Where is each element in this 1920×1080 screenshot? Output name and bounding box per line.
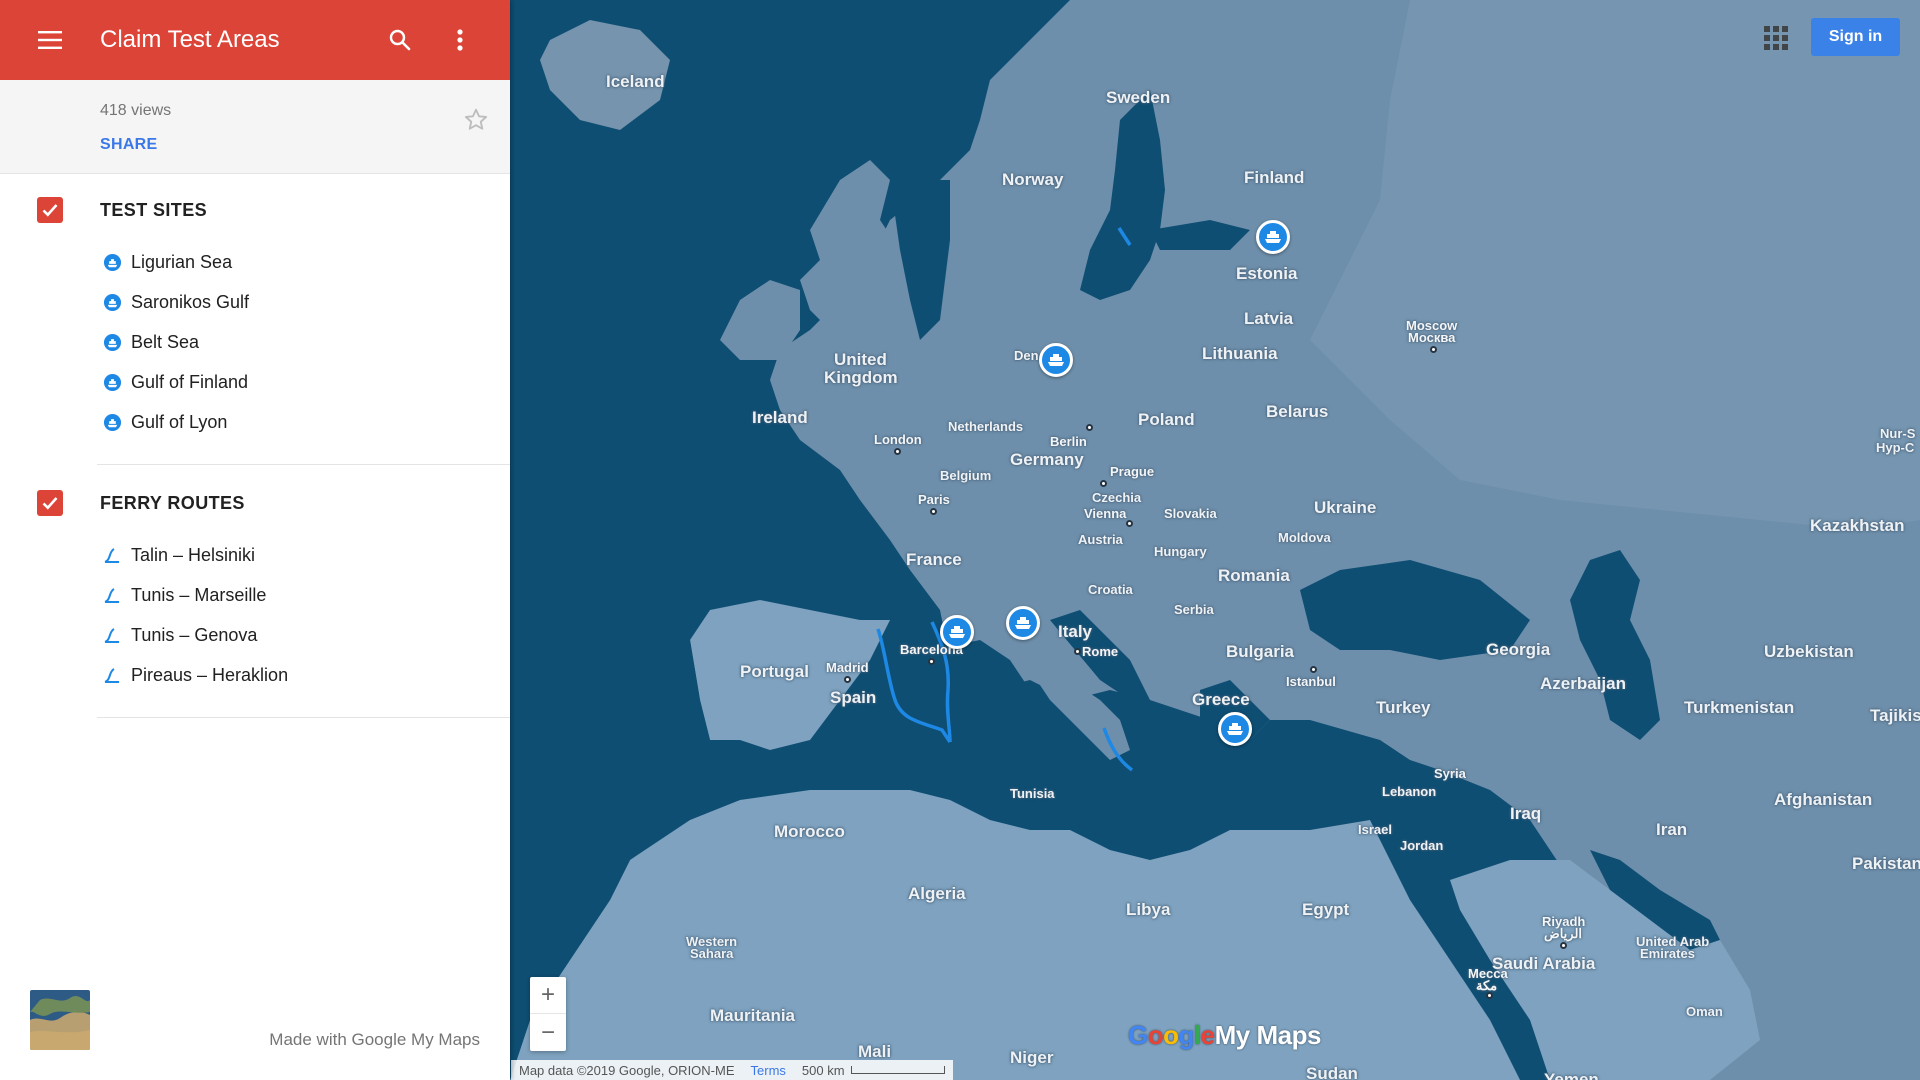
layer-title: TEST SITES [100,199,208,220]
share-button[interactable]: SHARE [100,136,158,154]
list-item-talin-helsiniki[interactable]: Talin – Helsiniki [100,535,510,575]
marker-gulf-of-finland[interactable] [1256,220,1290,254]
zoom-control: + − [530,977,566,1051]
view-count: 418 views [100,102,172,119]
layer-title: FERRY ROUTES [100,492,245,513]
checkmark-icon [42,204,58,217]
sidebar-panel: Claim Test Areas 418 views SHARE TEST SI… [0,0,510,1080]
list-item-label: Tunis – Marseille [131,584,267,605]
list-item-label: Ligurian Sea [131,251,233,272]
city-dot-paris [930,508,937,515]
layer-items: Ligurian Sea Saronikos Gulf Belt Sea Gul… [0,242,510,442]
zoom-in-button[interactable]: + [530,977,566,1014]
marker-saronikos-gulf[interactable] [1218,712,1252,746]
menu-button[interactable] [0,0,100,80]
map-basemap [510,0,1920,1080]
terms-link[interactable]: Terms [751,1063,786,1078]
list-item-gulf-of-lyon[interactable]: Gulf of Lyon [100,402,510,442]
map-thumbnail-image [30,990,90,1050]
ferry-marker-icon [102,372,122,392]
list-item-label: Gulf of Finland [131,371,249,392]
ferry-marker-icon [102,412,122,432]
list-item-tunis-marseille[interactable]: Tunis – Marseille [100,575,510,615]
list-item-ligurian-sea[interactable]: Ligurian Sea [100,242,510,282]
checkmark-icon [42,497,58,510]
scale-label: 500 km [801,1062,845,1078]
city-dot-istanbul [1310,666,1317,673]
route-line-icon [102,625,122,645]
city-dot-madrid [844,676,851,683]
header-bar: Claim Test Areas [0,0,510,80]
city-dot-barcelona [928,658,935,665]
layer-ferry-routes: FERRY ROUTES Talin – Helsiniki Tunis – M… [0,465,510,718]
map-attribution: Map data ©2019 Google, ORION-ME Terms 50… [511,1060,953,1080]
sign-in-button[interactable]: Sign in [1811,18,1900,56]
search-icon [389,29,411,51]
map-thumbnail[interactable] [30,990,90,1050]
list-item-label: Belt Sea [131,331,200,352]
zoom-out-button[interactable]: − [530,1014,566,1051]
list-item-pireaus-heraklion[interactable]: Pireaus – Heraklion [100,655,510,695]
marker-ligurian-sea[interactable] [1006,606,1040,640]
ferry-marker-icon [102,252,122,272]
map-canvas[interactable]: Iceland Sweden Norway Finland Estonia La… [510,0,1920,1080]
ferry-marker-icon [102,292,122,312]
city-dot-rome [1074,648,1081,655]
ferry-icon [1265,231,1281,243]
more-vert-icon [457,29,463,51]
map-meta: 418 views SHARE [0,80,510,174]
route-line-icon [102,545,122,565]
marker-gulf-of-lyon[interactable] [940,615,974,649]
ferry-icon [1015,617,1031,629]
list-item-saronikos-gulf[interactable]: Saronikos Gulf [100,282,510,322]
list-item-gulf-of-finland[interactable]: Gulf of Finland [100,362,510,402]
made-with-google-my-maps: Made with Google My Maps [269,1030,480,1049]
scale-bar[interactable]: 500 km [802,1063,945,1078]
route-line-icon [102,665,122,685]
city-dot-mecca [1486,992,1493,999]
marker-belt-sea[interactable] [1039,343,1073,377]
ferry-icon [1227,723,1243,735]
apps-grid-icon[interactable] [1762,24,1790,52]
list-item-belt-sea[interactable]: Belt Sea [100,322,510,362]
list-item-label: Tunis – Genova [131,624,258,645]
ferry-icon [1048,354,1064,366]
ferry-marker-icon [102,332,122,352]
city-dot-london [894,448,901,455]
google-my-maps-logo: GoogleMy Maps [1128,1020,1321,1050]
city-dot-vienna [1126,520,1133,527]
divider [97,717,510,718]
scale-bar-graphic [850,1066,945,1074]
list-item-label: Pireaus – Heraklion [131,664,289,685]
hamburger-menu-icon [38,31,62,49]
city-dot-riyadh [1560,942,1567,949]
star-icon[interactable] [462,106,490,134]
list-item-label: Talin – Helsiniki [131,544,256,565]
city-dot-berlin [1086,424,1093,431]
layer-checkbox-test-sites[interactable] [37,197,63,223]
map-title: Claim Test Areas [100,26,280,53]
list-item-label: Gulf of Lyon [131,411,228,432]
city-dot-prague [1100,480,1107,487]
more-options-button[interactable] [430,0,490,80]
search-button[interactable] [370,0,430,80]
city-dot-moscow [1430,346,1437,353]
list-item-tunis-genova[interactable]: Tunis – Genova [100,615,510,655]
attribution-text: Map data ©2019 Google, ORION-ME [519,1062,735,1078]
layer-checkbox-ferry-routes[interactable] [37,490,63,516]
list-item-label: Saronikos Gulf [131,291,250,312]
route-line-icon [102,585,122,605]
layer-items: Talin – Helsiniki Tunis – Marseille Tuni… [0,535,510,695]
ferry-icon [949,626,965,638]
layer-test-sites: TEST SITES Ligurian Sea Saronikos Gulf B… [0,174,510,465]
